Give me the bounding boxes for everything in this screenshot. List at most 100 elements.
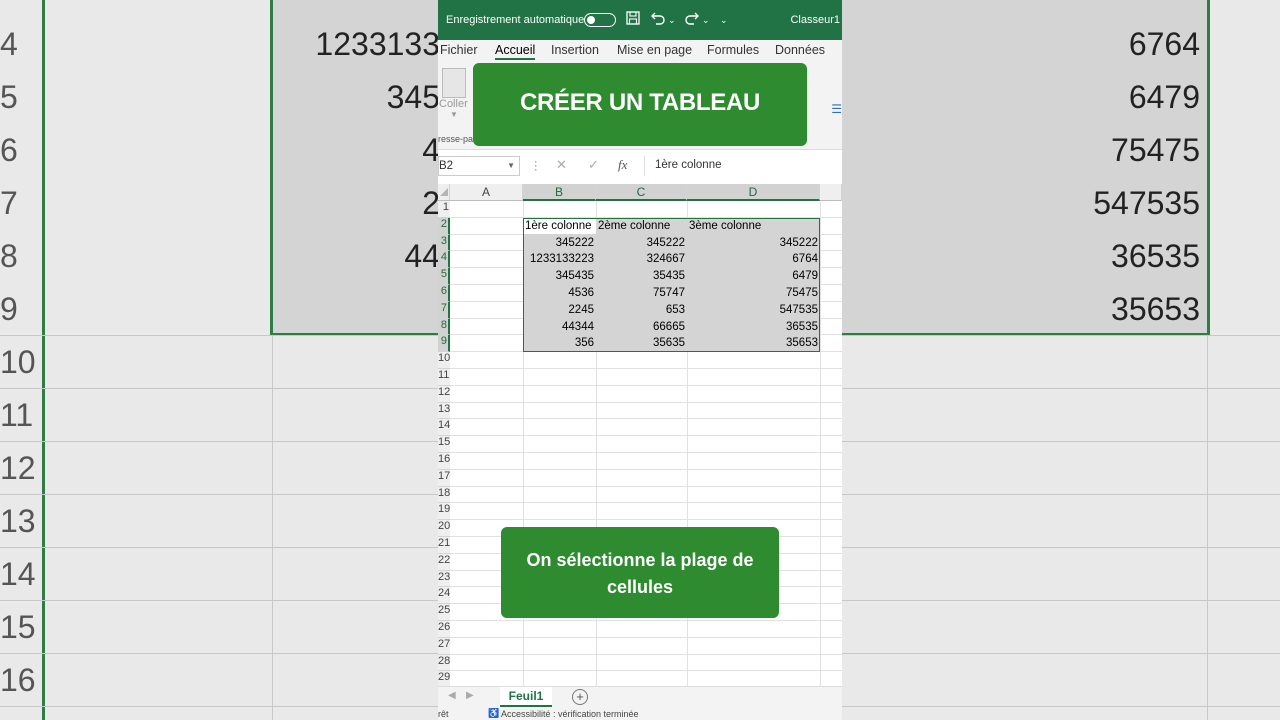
customize-toolbar-icon[interactable]: ⌄ [720,15,728,26]
chevron-down-icon[interactable]: ▼ [507,161,515,170]
row-header[interactable]: 26 [438,621,450,638]
tab-insertion[interactable]: Insertion [551,43,599,57]
row-header[interactable]: 20 [438,520,450,537]
row-header[interactable]: 18 [438,486,450,504]
name-box[interactable]: B2 ▼ [438,156,520,176]
data-cell[interactable]: 36535 [687,319,820,335]
row-header[interactable]: 2 [438,217,450,235]
row-header[interactable]: 28 [438,654,450,672]
row-header[interactable]: 23 [438,570,450,588]
column-header-a[interactable]: A [450,184,523,201]
wrap-text-icon[interactable]: ☰ [831,102,842,116]
more-icon[interactable]: ⋮ [530,158,542,172]
column-header-b[interactable]: B [523,184,596,201]
data-cell[interactable]: 653 [596,302,687,318]
cancel-icon[interactable]: ✕ [556,157,567,173]
data-cell[interactable]: 4536 [523,285,596,301]
next-sheet-icon[interactable]: ▶ [466,690,474,701]
background-row-number: 14 [0,556,36,592]
column-header-c[interactable]: C [596,184,687,201]
data-cell[interactable]: 356 [523,335,596,351]
row-header[interactable]: 17 [438,469,450,487]
data-cell[interactable]: 6479 [687,268,820,284]
row-header[interactable]: 12 [438,385,450,403]
data-cell[interactable]: 35653 [687,335,820,351]
data-cell[interactable]: 345222 [687,235,820,251]
background-value: 75475 [1111,132,1200,168]
row-header[interactable]: 25 [438,604,450,621]
undo-icon[interactable] [650,11,666,28]
row-header[interactable]: 24 [438,587,450,605]
accessibility-icon[interactable]: ♿ [488,708,499,719]
accessibility-status[interactable]: Accessibilité : vérification terminée [501,709,639,719]
data-cell[interactable]: 1233133223 [523,251,596,267]
row-header[interactable]: 22 [438,553,450,571]
redo-icon[interactable] [684,11,700,28]
row-header[interactable]: 5 [438,268,450,285]
undo-dropdown-icon[interactable]: ⌄ [668,15,676,26]
row-header[interactable]: 19 [438,503,450,521]
autosave-toggle[interactable] [584,13,616,27]
tab-donnees[interactable]: Données [775,43,825,57]
tab-accueil[interactable]: Accueil [495,43,536,60]
row-header[interactable]: 6 [438,285,450,302]
row-header[interactable]: 4 [438,251,450,269]
caption-banner: On sélectionne la plage de cellules [501,527,779,618]
paste-icon[interactable] [442,68,466,98]
row-header[interactable]: 3 [438,234,450,252]
row-header[interactable]: 1 [438,201,450,218]
prev-sheet-icon[interactable]: ◀ [448,690,456,701]
tab-formules[interactable]: Formules [707,43,759,57]
data-cell[interactable]: 44344 [523,319,596,335]
data-cell[interactable]: 35435 [596,268,687,284]
data-cell[interactable]: 6764 [687,251,820,267]
row-header[interactable]: 9 [438,335,450,353]
header-cell[interactable]: 1ère colonne [523,218,596,234]
row-header[interactable]: 14 [438,419,450,437]
row-header[interactable]: 7 [438,301,450,319]
data-cell[interactable]: 35635 [596,335,687,351]
chevron-down-icon[interactable]: ▼ [450,110,458,119]
column-header-e[interactable] [820,184,842,201]
data-cell[interactable]: 547535 [687,302,820,318]
row-header[interactable]: 16 [438,453,450,470]
paste-label[interactable]: Coller [439,98,468,110]
row-header[interactable]: 15 [438,436,450,453]
row-header[interactable]: 8 [438,318,450,336]
background-value: 36535 [1111,238,1200,274]
header-cell[interactable]: 3ème colonne [687,218,820,234]
data-cell[interactable]: 75475 [687,285,820,301]
sheet-tab-feuil1[interactable]: Feuil1 [500,687,552,707]
data-cell[interactable]: 324667 [596,251,687,267]
row-header[interactable]: 21 [438,537,450,554]
title-banner: CRÉER UN TABLEAU [473,63,807,146]
formula-input[interactable]: 1ère colonne [644,156,842,176]
save-icon[interactable] [626,11,640,28]
select-all-corner[interactable] [438,184,450,201]
redo-dropdown-icon[interactable]: ⌄ [702,15,710,26]
data-cell[interactable]: 345435 [523,268,596,284]
row-header[interactable]: 27 [438,637,450,655]
background-row-number: 8 [0,238,18,274]
tab-mise-en-page[interactable]: Mise en page [617,43,692,57]
background-row-number: 9 [0,291,18,327]
row-header[interactable]: 10 [438,352,450,369]
data-cell[interactable]: 345222 [523,235,596,251]
add-sheet-button[interactable]: + [572,689,588,705]
enter-icon[interactable]: ✓ [588,157,599,173]
data-cell[interactable]: 2245 [523,302,596,318]
background-row-number: 4 [0,26,18,62]
data-cell[interactable]: 75747 [596,285,687,301]
data-cell[interactable]: 345222 [596,235,687,251]
tab-fichier[interactable]: Fichier [440,43,478,57]
row-header[interactable]: 11 [438,369,450,386]
header-cell[interactable]: 2ème colonne [596,218,687,234]
background-row-number: 6 [0,132,18,168]
background-divider [272,336,273,720]
column-header-d[interactable]: D [687,184,820,201]
row-header[interactable]: 13 [438,402,450,420]
grid-line [450,468,842,470]
data-cell[interactable]: 66665 [596,319,687,335]
background-value: 1233133 [315,26,440,62]
insert-function-icon[interactable]: fx [618,157,627,173]
